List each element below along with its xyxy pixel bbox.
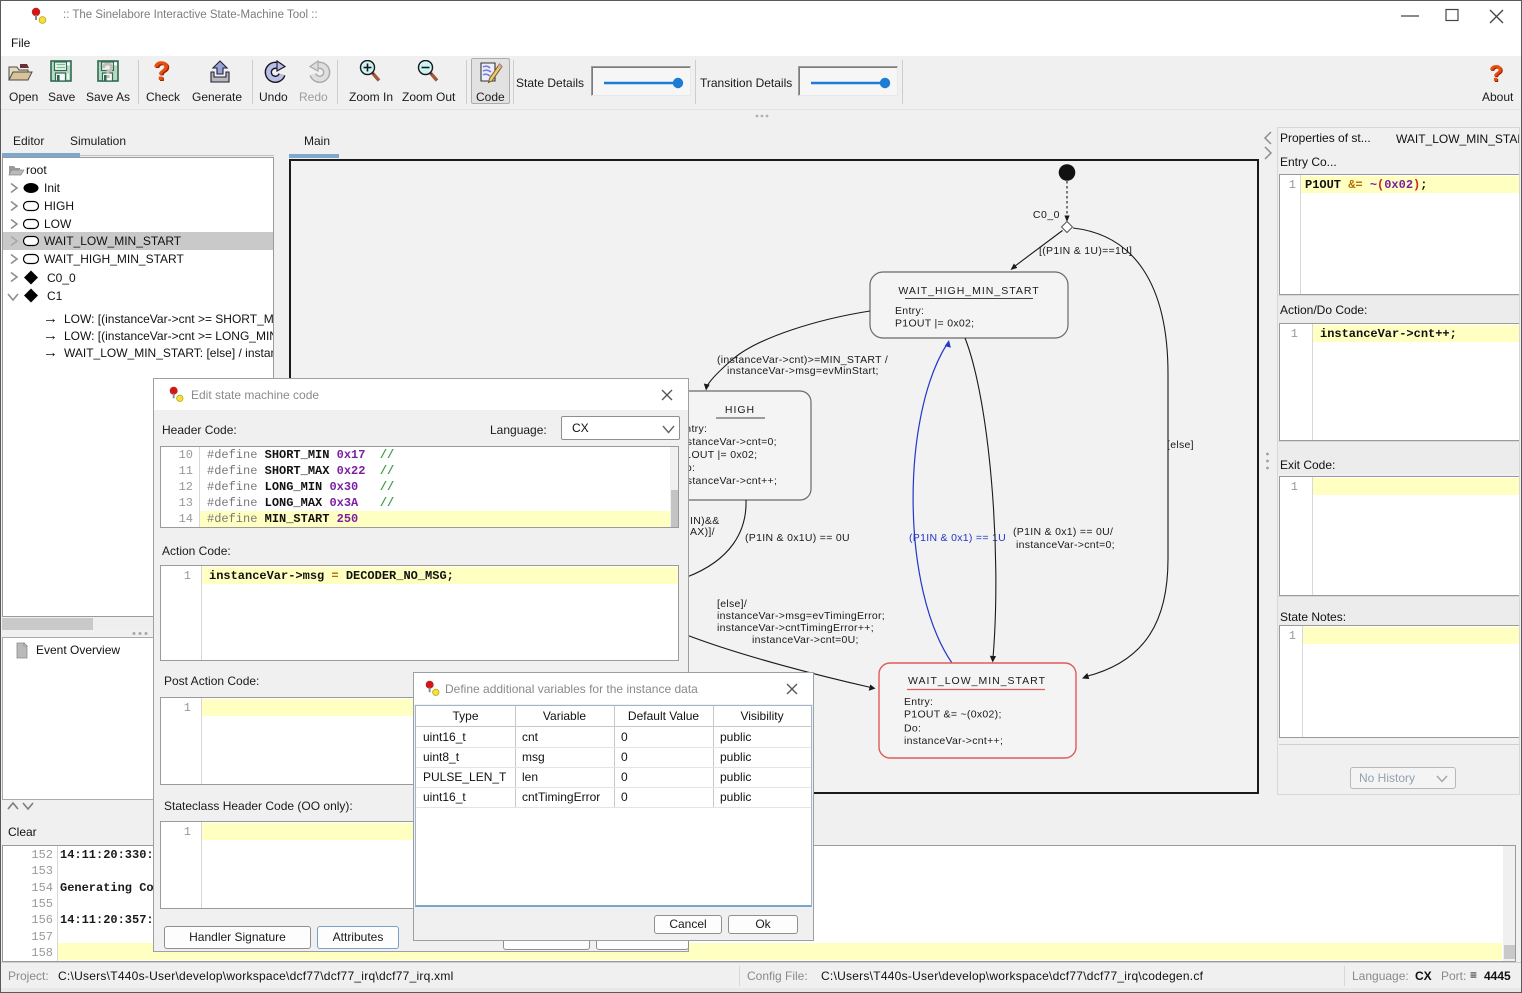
svg-text:WAIT_HIGH_MIN_START: WAIT_HIGH_MIN_START [898,285,1039,297]
svg-text:[(P1IN & 1U)==1U]: [(P1IN & 1U)==1U] [1039,245,1132,257]
svg-text:HIGH: HIGH [725,404,755,416]
svg-text:instanceVar->cntTimingError++;: instanceVar->cntTimingError++; [717,622,874,634]
svg-text:[else]/: [else]/ [717,598,747,610]
svg-text:instanceVar->msg=evTimingError: instanceVar->msg=evTimingError; [717,610,885,622]
svg-text:AX)]/: AX)]/ [690,526,715,538]
svg-text:Entry:: Entry: [904,696,933,708]
svg-text:instanceVar->msg=evMinStart;: instanceVar->msg=evMinStart; [727,365,879,377]
svg-text:(P1IN & 0x1) == 1U: (P1IN & 0x1) == 1U [909,532,1006,544]
svg-text:P1OUT |= 0x02;: P1OUT |= 0x02; [678,449,757,461]
svg-text:instanceVar->cnt++;: instanceVar->cnt++; [678,475,777,487]
svg-text:WAIT_LOW_MIN_START: WAIT_LOW_MIN_START [908,675,1046,687]
svg-text:(P1IN & 0x1) == 0U/: (P1IN & 0x1) == 0U/ [1013,526,1113,538]
svg-text:Do:: Do: [904,723,921,735]
svg-text:instanceVar->cnt=0;: instanceVar->cnt=0; [1016,539,1115,551]
svg-text:Entry:: Entry: [895,305,924,317]
svg-text:(P1IN & 0x1U) == 0U: (P1IN & 0x1U) == 0U [745,532,850,544]
svg-text:C0_0: C0_0 [1033,209,1060,221]
svg-text:P1OUT |= 0x02;: P1OUT |= 0x02; [895,318,974,330]
svg-text:instanceVar->cnt=0U;: instanceVar->cnt=0U; [752,634,859,646]
svg-text:P1OUT &= ~(0x02);: P1OUT &= ~(0x02); [904,709,1002,721]
svg-text:instanceVar->cnt=0;: instanceVar->cnt=0; [678,436,777,448]
svg-text:[else]: [else] [1167,439,1194,451]
svg-text:instanceVar->cnt++;: instanceVar->cnt++; [904,735,1003,747]
